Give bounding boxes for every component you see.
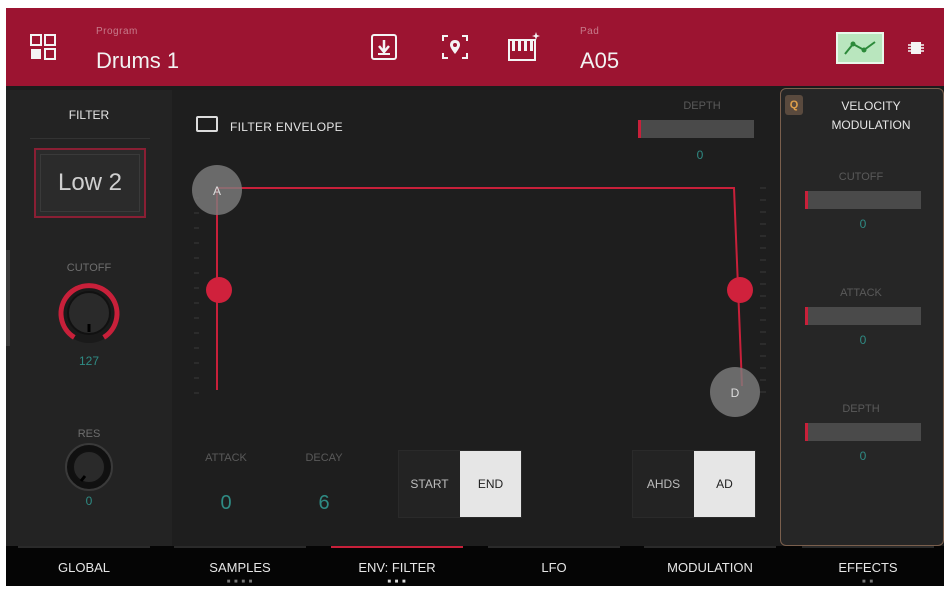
- tab-env-filter[interactable]: ENV: FILTER ■ ■ ■: [331, 546, 463, 586]
- tab-indicator: [174, 546, 306, 548]
- filter-type-value: Low 2: [40, 154, 140, 212]
- program-name[interactable]: Drums 1: [96, 48, 179, 74]
- attack-handle-label: A: [213, 184, 221, 198]
- vel-cutoff-fill: [805, 191, 808, 209]
- filter-panel: FILTER Low 2 CUTOFF 127 RES 0: [6, 90, 172, 546]
- velocity-title-line1: VELOCITY: [841, 99, 901, 113]
- attack-value[interactable]: 0: [196, 492, 256, 515]
- trigger-start-button[interactable]: START: [399, 451, 460, 517]
- divider: [30, 138, 150, 139]
- right-tick-scale: [760, 187, 766, 393]
- tab-label: EFFECTS: [838, 560, 898, 575]
- locate-icon[interactable]: [439, 32, 471, 62]
- res-label: RES: [77, 428, 101, 440]
- envelope-expand-icon[interactable]: [196, 116, 218, 132]
- vel-depth-label: DEPTH: [842, 403, 880, 415]
- envelope-type-toggle: AHDS AD: [632, 450, 756, 518]
- tab-page-dots: ■ ■ ■: [387, 579, 407, 585]
- vel-cutoff-value: 0: [859, 217, 867, 231]
- tab-indicator: [18, 546, 150, 548]
- tab-effects[interactable]: EFFECTS ■ ■: [802, 546, 934, 586]
- envelope-panel: FILTER ENVELOPE DEPTH 0 A D ATTACK 0 DEC…: [172, 90, 780, 546]
- tab-indicator: [331, 546, 463, 548]
- program-label: Program: [96, 26, 138, 37]
- left-tick-scale: [194, 197, 199, 394]
- tab-bar: GLOBAL SAMPLES ■ ■ ■ ■ ENV: FILTER ■ ■ ■…: [6, 546, 944, 586]
- trigger-toggle: START END: [398, 450, 522, 518]
- vel-attack-slider[interactable]: [805, 307, 921, 325]
- tab-global[interactable]: GLOBAL: [18, 546, 150, 586]
- vel-attack-fill: [805, 307, 808, 325]
- keyboard-icon[interactable]: [506, 30, 542, 64]
- sustain-level-handle[interactable]: [727, 277, 753, 303]
- vel-attack-label: ATTACK: [840, 287, 882, 299]
- tab-label: LFO: [541, 560, 567, 575]
- trigger-end-button[interactable]: END: [460, 451, 521, 517]
- velocity-title-line2: MODULATION: [831, 118, 911, 132]
- tab-label: SAMPLES: [209, 560, 271, 575]
- pad-name[interactable]: A05: [580, 48, 619, 74]
- env-type-ad-button[interactable]: AD: [694, 451, 755, 517]
- tab-indicator: [644, 546, 776, 548]
- tab-label: ENV: FILTER: [358, 560, 436, 575]
- vel-cutoff-slider[interactable]: [805, 191, 921, 209]
- tab-modulation[interactable]: MODULATION: [644, 546, 776, 586]
- tab-label: MODULATION: [667, 560, 753, 575]
- chip-icon[interactable]: [906, 38, 926, 58]
- envelope-graph[interactable]: A D: [172, 150, 780, 420]
- start-level-handle[interactable]: [206, 277, 232, 303]
- q-link-badge[interactable]: Q: [785, 95, 803, 115]
- tab-indicator: [802, 546, 934, 548]
- decay-value[interactable]: 6: [294, 492, 354, 515]
- envelope-curve: [216, 187, 743, 390]
- cutoff-label: CUTOFF: [66, 262, 112, 274]
- save-download-icon[interactable]: [369, 32, 399, 62]
- vel-attack-value: 0: [859, 333, 867, 347]
- envelope-toggle-icon[interactable]: [836, 32, 884, 64]
- decay-label: DECAY: [305, 452, 343, 464]
- filter-type-select[interactable]: Low 2: [34, 148, 146, 218]
- depth-slider-fill: [638, 120, 641, 138]
- cutoff-knob[interactable]: [56, 280, 122, 346]
- resonance-knob[interactable]: [64, 442, 114, 492]
- header-bar: Program Drums 1 Pad A05: [6, 8, 944, 86]
- tab-samples[interactable]: SAMPLES ■ ■ ■ ■: [174, 546, 306, 586]
- tab-page-dots: ■ ■ ■ ■: [226, 579, 254, 585]
- velocity-modulation-title: VELOCITY MODULATION: [811, 97, 931, 135]
- tab-indicator: [488, 546, 620, 548]
- screen: Program Drums 1 Pad A05 FILTER Low 2 CUT…: [6, 8, 944, 586]
- tab-lfo[interactable]: LFO: [488, 546, 620, 586]
- filter-label: FILTER: [68, 108, 110, 122]
- depth-slider[interactable]: [638, 120, 754, 138]
- depth-label: DEPTH: [683, 100, 721, 112]
- velocity-modulation-panel: Q VELOCITY MODULATION CUTOFF 0 ATTACK 0 …: [780, 88, 944, 546]
- vel-depth-slider[interactable]: [805, 423, 921, 441]
- env-type-ahds-button[interactable]: AHDS: [633, 451, 694, 517]
- grid-icon[interactable]: [28, 32, 58, 62]
- pad-label: Pad: [580, 26, 600, 37]
- tab-label: GLOBAL: [57, 560, 111, 575]
- vel-cutoff-label: CUTOFF: [838, 171, 884, 183]
- res-value: 0: [85, 494, 93, 508]
- vel-depth-fill: [805, 423, 808, 441]
- cutoff-value: 127: [78, 354, 100, 368]
- tab-page-dots: ■ ■: [862, 579, 874, 585]
- attack-label: ATTACK: [205, 452, 247, 464]
- vel-depth-value: 0: [859, 449, 867, 463]
- envelope-title: FILTER ENVELOPE: [230, 120, 343, 134]
- decay-handle-label: D: [731, 386, 740, 400]
